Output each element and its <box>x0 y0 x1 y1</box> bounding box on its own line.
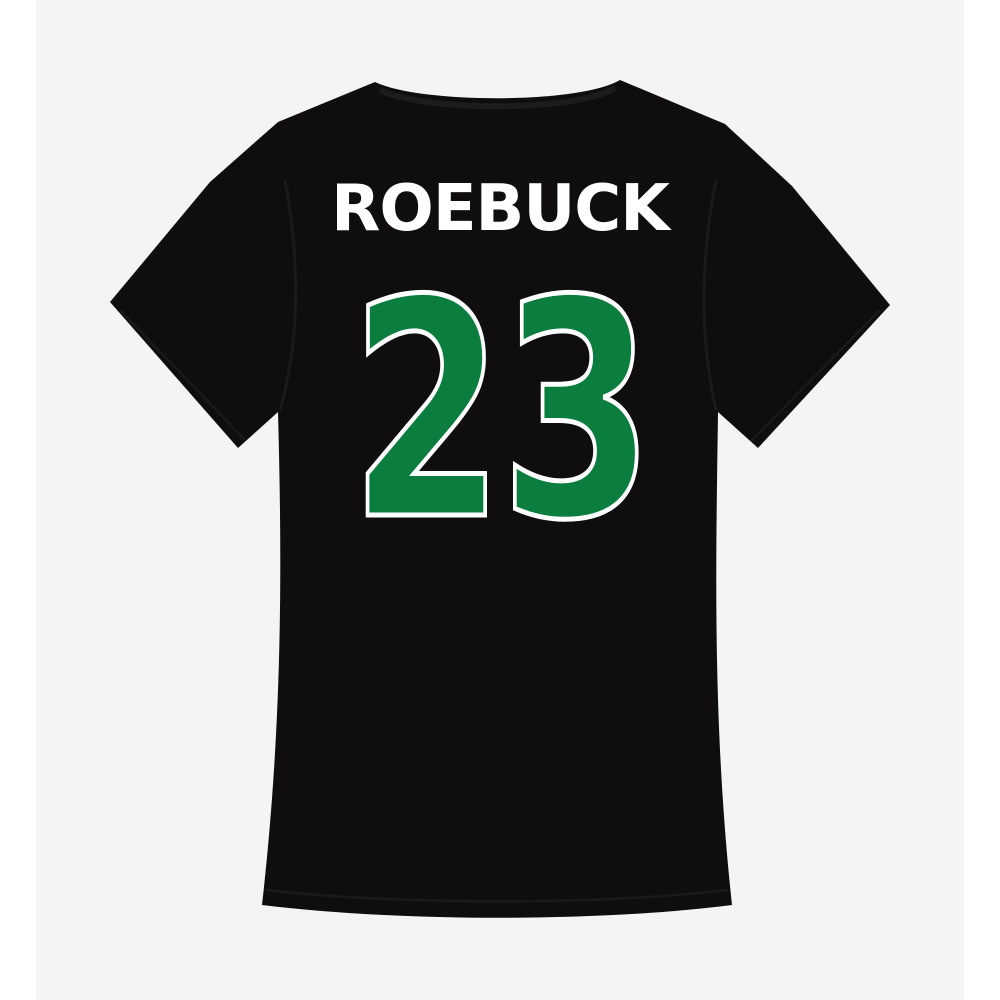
product-image: ROEBUCK 23 <box>0 0 1000 1000</box>
tshirt-back-illustration: ROEBUCK 23 <box>110 80 890 918</box>
player-name-print: ROEBUCK <box>331 172 672 246</box>
player-number-print: 23 <box>350 237 650 586</box>
